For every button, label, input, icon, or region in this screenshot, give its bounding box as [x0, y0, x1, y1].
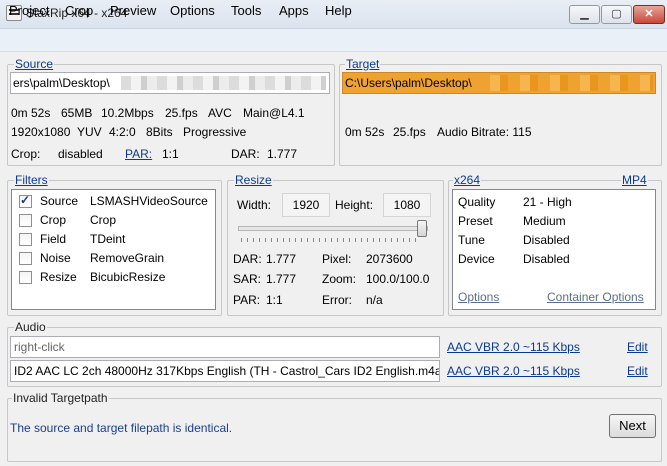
filter-category[interactable]: Resize: [40, 270, 77, 284]
sar-label: SAR:: [233, 272, 262, 286]
filter-name[interactable]: Crop: [90, 213, 116, 227]
par-link[interactable]: PAR:: [125, 147, 152, 161]
next-button[interactable]: Next: [609, 414, 656, 438]
maximize-button[interactable]: ▢: [601, 5, 632, 24]
filter-checkbox-crop[interactable]: [19, 214, 32, 227]
target-link[interactable]: Target: [345, 57, 381, 71]
width-label: Width:: [237, 198, 272, 212]
source-path-text: ers\palm\Desktop\: [13, 76, 110, 90]
sar-value: 1.777: [266, 272, 297, 286]
error-label: Error:: [322, 293, 352, 307]
resize-par-label: PAR:: [233, 293, 261, 307]
options-link[interactable]: Options: [458, 290, 499, 304]
height-input[interactable]: 1080: [383, 193, 431, 217]
filter-name[interactable]: LSMASHVideoSource: [90, 194, 208, 208]
source-bitdepth: 8Bits: [146, 125, 173, 139]
target-path-text: C:\Users\palm\Desktop\: [345, 76, 472, 90]
resize-link[interactable]: Resize: [234, 173, 273, 187]
setting-key: Quality: [458, 195, 496, 209]
menu-apps[interactable]: Apps: [279, 3, 309, 18]
status-title: Invalid Targetpath: [12, 391, 109, 405]
resize-dar-label: DAR:: [233, 252, 262, 266]
status-message: The source and target filepath is identi…: [10, 421, 233, 435]
error-value: n/a: [366, 293, 383, 307]
filter-category[interactable]: Crop: [40, 213, 66, 227]
menu-project[interactable]: Project: [9, 3, 49, 18]
minimize-button[interactable]: ▁: [569, 5, 600, 24]
filter-category[interactable]: Field: [40, 232, 66, 246]
source-resolution: 1920x1080: [11, 125, 71, 139]
setting-key: Device: [458, 252, 495, 266]
audio-file-input-1[interactable]: right-click: [10, 336, 440, 358]
dar-value: 1.777: [267, 147, 298, 161]
resize-par-value: 1:1: [266, 293, 283, 307]
pixel-label: Pixel:: [322, 252, 352, 266]
par-value: 1:1: [162, 147, 179, 161]
target-duration: 0m 52s: [345, 125, 385, 139]
source-scan: Progressive: [183, 125, 247, 139]
audio-edit-link-1[interactable]: Edit: [627, 340, 648, 354]
width-input[interactable]: 1920: [282, 193, 330, 217]
target-fps: 25.fps: [393, 125, 426, 139]
source-chroma: 4:2:0: [109, 125, 136, 139]
setting-value[interactable]: Medium: [523, 214, 566, 228]
audio-file-input-2[interactable]: ID2 AAC LC 2ch 48000Hz 317Kbps English (…: [10, 360, 440, 382]
menu-preview[interactable]: Preview: [110, 3, 156, 18]
audio-profile-link-2[interactable]: AAC VBR 2.0 ~115 Kbps: [447, 364, 580, 378]
redacted-target-filename: [478, 75, 653, 91]
audio-label: Audio: [14, 320, 47, 334]
setting-key: Tune: [458, 233, 485, 247]
redacted-filename: [121, 76, 326, 90]
encoder-link[interactable]: x264: [453, 173, 482, 187]
source-size: 65MB: [61, 106, 93, 120]
filter-name[interactable]: RemoveGrain: [90, 251, 164, 265]
audio-file-text: ID2 AAC LC 2ch 48000Hz 317Kbps English (…: [14, 364, 440, 378]
container-options-link[interactable]: Container Options: [547, 290, 644, 304]
filter-checkbox-noise[interactable]: [19, 252, 32, 265]
zoom-value: 100.0/100.0: [366, 272, 430, 286]
filters-link[interactable]: Filters: [14, 173, 49, 187]
filter-category[interactable]: Noise: [40, 251, 71, 265]
filter-checkbox-source[interactable]: [19, 193, 32, 208]
height-label: Height:: [335, 198, 374, 212]
menu-options[interactable]: Options: [170, 3, 215, 18]
pixel-value: 2073600: [366, 252, 413, 266]
audio-profile-link-1[interactable]: AAC VBR 2.0 ~115 Kbps: [447, 340, 580, 354]
filter-name[interactable]: BicubicResize: [90, 270, 165, 284]
setting-value[interactable]: Disabled: [523, 252, 570, 266]
audio-file-text: right-click: [14, 340, 65, 354]
setting-value[interactable]: 21 - High: [523, 195, 572, 209]
filter-checkbox-resize[interactable]: [19, 271, 32, 284]
menu-bar: [0, 29, 667, 52]
menu-tools[interactable]: Tools: [231, 3, 261, 18]
filter-category[interactable]: Source: [40, 194, 78, 208]
zoom-label: Zoom:: [322, 272, 357, 286]
source-duration: 0m 52s: [11, 106, 51, 120]
resize-slider-thumb[interactable]: [417, 220, 427, 237]
resize-slider-track[interactable]: [238, 226, 428, 231]
container-link[interactable]: MP4: [621, 173, 648, 187]
crop-label: Crop:: [11, 147, 41, 161]
crop-value: disabled: [58, 147, 103, 161]
target-audio-bitrate: Audio Bitrate: 115: [437, 125, 532, 139]
source-link[interactable]: Source: [14, 57, 55, 71]
audio-edit-link-2[interactable]: Edit: [627, 364, 648, 378]
source-colorspace: YUV: [77, 125, 102, 139]
dar-label: DAR:: [231, 147, 260, 161]
setting-value[interactable]: Disabled: [523, 233, 570, 247]
source-path-field[interactable]: ers\palm\Desktop\: [10, 72, 330, 94]
filter-name[interactable]: TDeint: [90, 232, 125, 246]
source-fps: 25.fps: [165, 106, 198, 120]
source-profile: Main@L4.1: [243, 106, 305, 120]
close-button[interactable]: ✕: [633, 5, 665, 24]
resize-dar-value: 1.777: [266, 252, 297, 266]
menu-help[interactable]: Help: [325, 3, 352, 18]
resize-slider-ticks: [241, 238, 421, 242]
source-bitrate: 10.2Mbps: [101, 106, 154, 120]
source-codec: AVC: [208, 106, 232, 120]
filter-checkbox-field[interactable]: [19, 233, 32, 246]
setting-key: Preset: [458, 214, 493, 228]
menu-crop[interactable]: Crop: [65, 3, 93, 18]
target-path-field[interactable]: C:\Users\palm\Desktop\: [342, 72, 656, 94]
